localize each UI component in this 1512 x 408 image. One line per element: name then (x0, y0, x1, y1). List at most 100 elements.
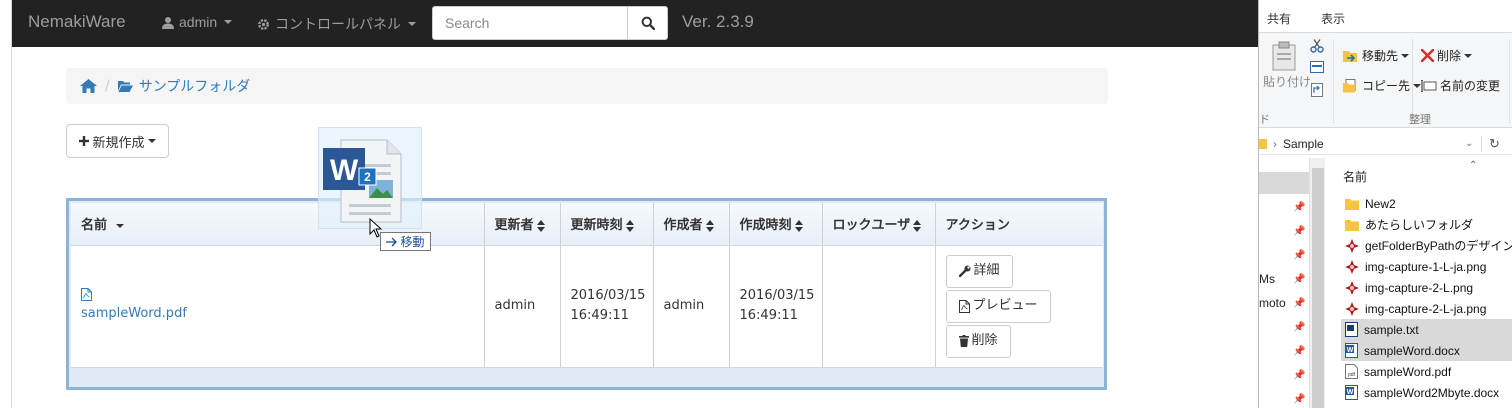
file-name-link[interactable]: sampleWord.pdf (81, 306, 187, 321)
column-header-lock-user[interactable]: ロックユーザ (822, 203, 936, 246)
cell-created: 2016/03/15 16:49:11 (729, 245, 823, 367)
folder-move-icon (1343, 50, 1357, 62)
preview-button[interactable]: プレビュー (945, 289, 1051, 323)
column-header-created[interactable]: 作成時刻 (729, 203, 823, 246)
file-list-item[interactable]: WsampleWord2Mbyte.docx (1341, 382, 1512, 403)
address-bar[interactable]: › Sample ⌄ ↻ (1259, 133, 1512, 155)
folder-file-icon (1345, 198, 1359, 210)
pin-icon[interactable]: 📌 (1293, 250, 1305, 261)
file-list-item[interactable]: sample.txt (1341, 319, 1512, 340)
move-to-label: 移動先 (1362, 49, 1399, 63)
sort-icon (705, 219, 714, 232)
column-header-modifier[interactable]: 更新者 (484, 203, 561, 246)
column-header-label: ロックユーザ (832, 218, 911, 234)
search-form (432, 6, 668, 40)
scissors-icon[interactable] (1310, 39, 1324, 53)
nav-scrollbar[interactable] (1309, 158, 1325, 408)
window-edge (0, 0, 12, 408)
pin-icon[interactable]: 📌 (1293, 298, 1305, 309)
svg-text:pdf: pdf (1348, 372, 1356, 378)
pin-icon[interactable]: 📌 (1293, 202, 1305, 213)
column-header-modified[interactable]: 更新時刻 (560, 203, 654, 246)
column-header-name[interactable]: 名前 (1343, 168, 1367, 185)
home-icon[interactable] (80, 79, 97, 93)
rename-button[interactable]: 名前の変更 (1421, 77, 1500, 94)
file-list-item-label: New2 (1365, 196, 1396, 211)
image-file-icon (1345, 301, 1359, 316)
ribbon-group-organize: 整理 (1409, 114, 1431, 126)
pin-icon[interactable]: 📌 (1293, 274, 1305, 285)
pdf-file-icon[interactable] (81, 288, 92, 302)
cell-creator: admin (653, 245, 730, 367)
pin-icon[interactable]: 📌 (1293, 226, 1305, 237)
pin-icon[interactable]: 📌 (1293, 370, 1305, 381)
trash-icon (958, 335, 969, 348)
refresh-icon[interactable]: ↻ (1489, 136, 1500, 152)
pin-icon[interactable]: 📌 (1293, 346, 1305, 357)
file-list-item-label: img-capture-1-L-ja.png (1365, 259, 1487, 274)
nav-item-partial[interactable]: moto (1259, 296, 1286, 310)
file-list-item[interactable]: img-capture-2-L.png (1341, 277, 1512, 298)
caret-down-icon (147, 139, 156, 143)
cell-actions: 詳細 プレビュー 削除 (935, 245, 1103, 367)
delete-file-button[interactable]: 削除 (1421, 47, 1473, 64)
file-list-item-label: あたらしいフォルダ (1365, 218, 1474, 232)
svg-text:W: W (1347, 389, 1354, 396)
tab-share[interactable]: 共有 (1267, 10, 1291, 27)
ribbon-divider (1333, 39, 1334, 123)
folder-file-icon (1345, 219, 1359, 231)
delete-button[interactable]: 削除 (945, 324, 1011, 358)
move-to-button[interactable]: 移動先 (1343, 47, 1410, 64)
column-header-label: アクション (945, 218, 1010, 234)
paste-shortcut-icon[interactable] (1311, 83, 1323, 97)
rename-label: 名前の変更 (1440, 79, 1501, 93)
document-table: 名前 更新者 更新時刻 作成者 作成時刻 ロックユーザ アクション sample… (66, 198, 1107, 390)
paste-button[interactable]: 貼り付け (1263, 73, 1311, 90)
column-header-label: 作成者 (663, 218, 703, 234)
file-list-item[interactable]: WsampleWord.docx (1341, 340, 1512, 361)
file-list-item[interactable]: getFolderByPathのデザインビュ (1341, 235, 1512, 256)
browser-window: NemakiWare admin コントロールパネル Ver. 2.3.9 / … (0, 0, 1258, 408)
ribbon-group-clipboard: ド (1259, 114, 1270, 126)
detail-label: 詳細 (973, 263, 1000, 279)
navigation-pane: 📌 📌 📌 Ms 📌 moto 📌 📌 📌 📌 📌 (1259, 158, 1309, 408)
new-create-button[interactable]: 新規作成 (66, 124, 169, 158)
file-list-item[interactable]: img-capture-1-L-ja.png (1341, 256, 1512, 277)
file-explorer-window: 共有 表示 貼り付け ド 移動先 コピー先 削除 名前の変更 整理 › Samp… (1258, 0, 1512, 408)
file-list-item[interactable]: New2 (1341, 193, 1512, 214)
pin-icon[interactable]: 📌 (1293, 322, 1305, 333)
breadcrumb-folder[interactable]: サンプルフォルダ (117, 76, 250, 96)
svg-text:W: W (1347, 347, 1354, 354)
detail-button[interactable]: 詳細 (945, 254, 1013, 288)
created-time: 2016/03/15 16:49:11 (739, 288, 815, 324)
control-panel-menu[interactable]: コントロールパネル (257, 14, 416, 34)
search-button[interactable] (628, 6, 668, 40)
breadcrumb-separator: / (105, 78, 110, 94)
word-file-icon: W (1345, 343, 1358, 358)
file-list-item[interactable]: pdf sampleWord.pdf (1341, 361, 1512, 382)
table-header-row: 名前 更新者 更新時刻 作成者 作成時刻 ロックユーザ アクション (71, 203, 1103, 246)
column-header-creator[interactable]: 作成者 (653, 203, 730, 246)
file-list-item[interactable]: あたらしいフォルダ (1341, 214, 1512, 235)
search-input[interactable] (432, 6, 628, 40)
chevron-right-icon: › (1273, 136, 1277, 151)
nav-selected-item[interactable] (1259, 172, 1309, 194)
new-create-label: 新規作成 (92, 135, 145, 151)
tab-view[interactable]: 表示 (1321, 10, 1345, 27)
plus-icon (79, 136, 90, 146)
caret-down-icon (1413, 83, 1422, 88)
pin-icon[interactable]: 📌 (1293, 394, 1305, 405)
image-file-icon (1345, 280, 1359, 295)
pdf-file-icon (958, 299, 970, 313)
brand-link[interactable]: NemakiWare (28, 12, 126, 32)
gear-icon (258, 18, 269, 30)
clipboard-icon (1272, 41, 1296, 71)
nav-item-partial[interactable]: Ms (1259, 272, 1275, 286)
user-menu[interactable]: admin (162, 14, 233, 30)
scroll-thumb[interactable] (1312, 168, 1324, 408)
copy-path-icon[interactable] (1310, 61, 1324, 73)
chevron-down-icon[interactable]: ⌄ (1465, 138, 1473, 149)
file-list-item[interactable]: img-capture-2-L-ja.png (1341, 298, 1512, 319)
copy-to-button[interactable]: コピー先 (1343, 77, 1422, 94)
pdf-file-icon: pdf (1345, 364, 1358, 379)
